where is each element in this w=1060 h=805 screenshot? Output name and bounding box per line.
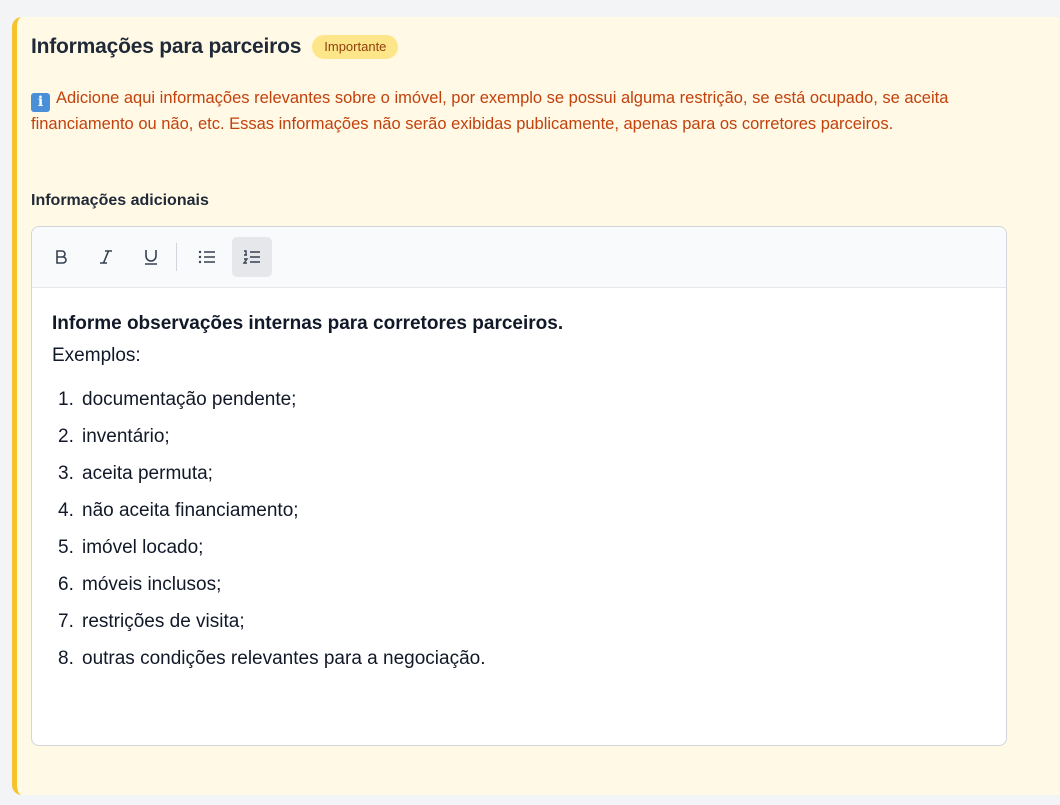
editor-toolbar xyxy=(32,227,1006,288)
list-item: 2. inventário; xyxy=(58,426,170,447)
list-item: 1. documentação pendente; xyxy=(58,389,297,410)
rich-text-editor: Informe observações internas para corret… xyxy=(31,226,1007,746)
bullet-list-icon xyxy=(198,250,215,264)
ordered-list-icon xyxy=(242,250,260,264)
list-item: 6. móveis inclusos; xyxy=(58,574,222,595)
toolbar-divider xyxy=(176,243,177,271)
italic-icon xyxy=(100,250,112,264)
bullet-list-button[interactable] xyxy=(187,237,227,277)
ordered-list-button[interactable] xyxy=(232,237,272,277)
list-item: 4. não aceita financiamento; xyxy=(58,500,299,521)
italic-button[interactable] xyxy=(86,237,126,277)
editor-heading: Informe observações internas para corret… xyxy=(52,313,564,334)
underline-button[interactable] xyxy=(131,237,171,277)
underline-icon xyxy=(145,250,157,265)
section-header: Informações para parceiros Importante xyxy=(31,35,399,59)
info-message: i Adicione aqui informações relevantes so… xyxy=(31,86,1016,137)
list-item: 7. restrições de visita; xyxy=(58,611,245,632)
editor-intro: Exemplos: xyxy=(52,345,141,366)
field-label: Informações adicionais xyxy=(31,192,209,209)
info-text: Adicione aqui informações relevantes sob… xyxy=(31,89,949,133)
section-title: Informações para parceiros xyxy=(31,35,302,58)
list-item: 8. outras condições relevantes para a neg… xyxy=(58,648,486,669)
list-item: 5. imóvel locado; xyxy=(58,537,204,558)
list-item: 3. aceita permuta; xyxy=(58,463,213,484)
ordered-list: 1. documentação pendente; 2. inventário; 3… xyxy=(52,387,986,672)
info-icon: i xyxy=(31,93,50,112)
important-badge: Importante xyxy=(312,35,399,59)
editor-content[interactable]: Informe observações internas para corret… xyxy=(32,288,1006,706)
bold-icon xyxy=(56,250,67,264)
bold-button[interactable] xyxy=(41,237,81,277)
